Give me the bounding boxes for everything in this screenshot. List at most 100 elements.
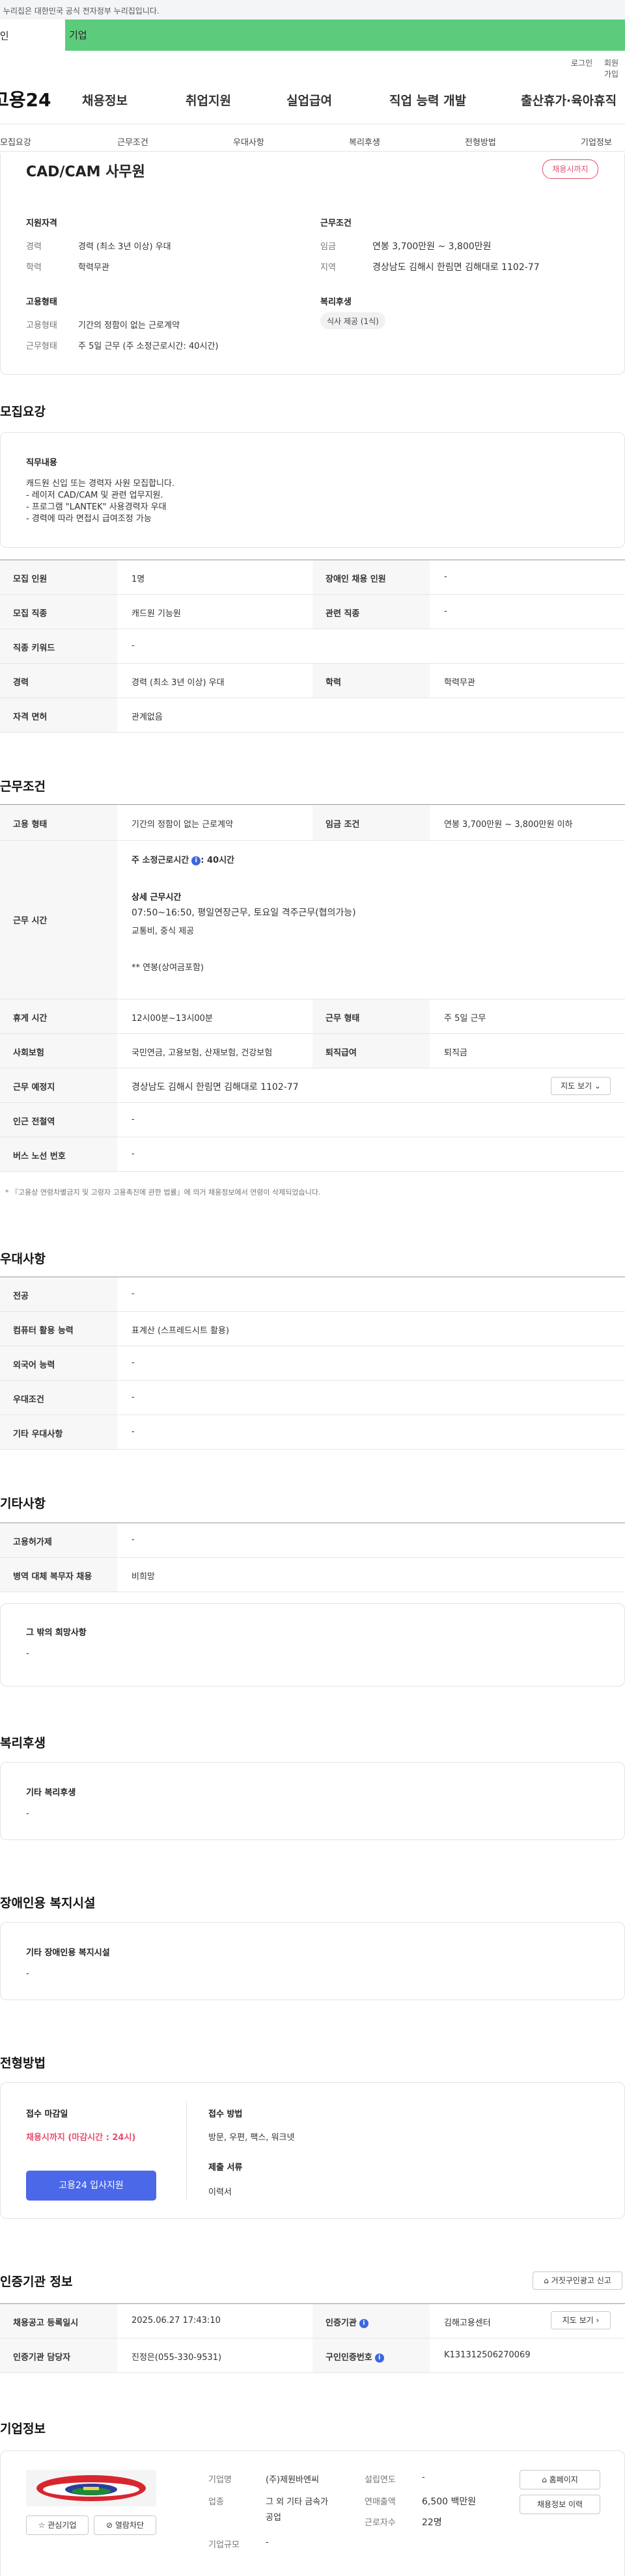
- chevron-down-icon: ⌄: [594, 1081, 601, 1091]
- disabled-title: 장애인용 복지시설: [0, 1893, 95, 1911]
- subnav-recruit[interactable]: 모집요강: [0, 135, 31, 148]
- qual-heading: 지원자격: [26, 219, 57, 228]
- table-header-cell: 구인인증번호 i: [312, 2339, 430, 2372]
- hours-note: ** 연봉(상여금포함): [132, 963, 204, 973]
- worktype-label: 근무형태: [26, 342, 57, 351]
- table-header-cell: 인증기관 i: [312, 2304, 430, 2338]
- welfare-other-value: -: [26, 1809, 29, 1819]
- block-label: 열람차단: [115, 2521, 145, 2530]
- info-icon[interactable]: i: [359, 2318, 368, 2328]
- table-cell: 퇴직금: [444, 1048, 467, 1058]
- join-link[interactable]: 회원가입: [604, 57, 625, 79]
- pref-title: 우대사항: [0, 1249, 46, 1267]
- duty-heading: 직무내용: [26, 458, 57, 468]
- founded-value: -: [422, 2473, 425, 2482]
- table-header-cell: 임금 조건: [312, 805, 430, 840]
- info-icon[interactable]: i: [374, 2353, 384, 2363]
- table-cell: 1명: [132, 575, 145, 584]
- gnb-item-parental-leave[interactable]: 출산휴가·육아휴직: [521, 91, 617, 109]
- table-header-cell: 전공: [0, 1277, 117, 1311]
- welfare-chip: 식사 제공 (1식): [320, 312, 385, 329]
- subnav-divider: [0, 151, 625, 152]
- welfare-heading: 복리후생: [320, 297, 352, 307]
- subnav-selection[interactable]: 전형방법: [465, 135, 496, 148]
- table-cell: 경력 (최소 3년 이상) 우대: [132, 678, 225, 688]
- subnav-work[interactable]: 근무조건: [117, 135, 148, 148]
- table-cell: 비희망: [132, 1572, 155, 1582]
- recruit-title-text: 모집요강: [0, 405, 46, 419]
- gnb-item-unemployment[interactable]: 실업급여: [286, 91, 332, 109]
- home-icon: ⌂: [542, 2475, 547, 2484]
- homepage-button[interactable]: ⌂ 홈페이지: [520, 2470, 600, 2489]
- site-logo[interactable]: 고용24: [0, 86, 51, 112]
- recruit-title: 모집요강: [0, 402, 46, 420]
- gov-banner: 이 누리집은 대한민국 공식 전자정부 누리집입니다.: [0, 0, 625, 20]
- edu-value: 학력무관: [78, 263, 109, 273]
- table-cell: 진정은(055-330-9531): [132, 2353, 222, 2363]
- employees-label: 근로자수: [365, 2518, 396, 2528]
- hope-value: -: [26, 1649, 29, 1659]
- table-header-cell: 근무 형태: [312, 999, 430, 1033]
- etc-title-text: 기타사항: [0, 1497, 46, 1511]
- cond-heading: 근무조건: [320, 219, 352, 228]
- duty-line-2: - 레이저 CAD/CAM 및 관련 업무지원.: [26, 491, 163, 500]
- subnav-pref[interactable]: 우대사항: [233, 135, 264, 148]
- login-link[interactable]: 로그인: [571, 57, 592, 68]
- chevron-right-icon: ›: [596, 2316, 600, 2325]
- subnav-company[interactable]: 기업정보: [581, 135, 612, 148]
- agency-map-label: 지도 보기: [562, 2316, 594, 2325]
- disabled-title-text: 장애인용 복지시설: [0, 1896, 96, 1910]
- table-cell: 연봉 3,700만원 ~ 3,800만원 이하: [444, 820, 573, 830]
- agency-map-button[interactable]: 지도 보기 ›: [551, 2311, 611, 2329]
- hours-detail-2: 교통비, 중식 제공: [132, 927, 195, 936]
- table-header-cell: 우대조건: [0, 1381, 117, 1415]
- etc-title: 기타사항: [0, 1494, 46, 1512]
- welfare-card: [0, 1762, 625, 1840]
- gnb-item-job-support[interactable]: 취업지원: [186, 91, 231, 109]
- hours-main-label: 주 소정근로시간: [132, 856, 189, 865]
- tab-company[interactable]: 기업: [65, 20, 625, 51]
- agency-title: 인증기관 정보: [0, 2272, 73, 2290]
- gnb-item-training[interactable]: 직업 능력 개발: [389, 91, 466, 109]
- work-title: 근무조건: [0, 777, 46, 794]
- table-header-cell: 자격 면허: [0, 698, 117, 732]
- duty-line-1: 캐드원 신입 또는 경력자 사원 모집합니다.: [26, 479, 175, 489]
- hope-card: [0, 1603, 625, 1687]
- hope-heading: 그 밖의 희망사항: [26, 1628, 87, 1638]
- selection-title: 전형방법: [0, 2054, 46, 2071]
- industry-value-2: 공업: [266, 2513, 281, 2523]
- pref-title-text: 우대사항: [0, 1252, 46, 1266]
- docs-label: 제출 서류: [208, 2163, 243, 2173]
- selection-divider: [186, 2102, 187, 2199]
- table-cell: -: [132, 1392, 135, 1402]
- welfare-title-text: 복리후생: [0, 1736, 46, 1750]
- docs-value: 이력서: [208, 2188, 232, 2197]
- apply-button[interactable]: 고용24 입사지원: [26, 2171, 156, 2201]
- report-fake-ad-button[interactable]: ⌂ 거짓구인광고 신고: [533, 2271, 622, 2290]
- home-alert-icon: ⌂: [544, 2276, 549, 2285]
- table-header-cell: 외국어 능력: [0, 1346, 117, 1380]
- company-logo: [26, 2470, 156, 2506]
- info-icon[interactable]: i: [191, 856, 201, 865]
- favorite-company-button[interactable]: ☆ 관심기업: [26, 2515, 89, 2535]
- tab-individual[interactable]: 개인: [0, 20, 65, 51]
- table-cell: 경상남도 김해시 한림면 김해대로 1102-77: [132, 1082, 299, 1092]
- star-icon: ☆: [38, 2521, 46, 2530]
- table-header-cell: 버스 노선 번호: [0, 1137, 117, 1171]
- block-view-button[interactable]: ⊘ 열람차단: [94, 2515, 156, 2535]
- table-cell: -: [132, 1115, 135, 1124]
- gnb-item-recruit[interactable]: 채용정보: [82, 91, 128, 109]
- emptype-value: 기간의 정함이 없는 근로계약: [78, 321, 180, 331]
- table-cell: K131312506270069: [444, 2350, 531, 2360]
- map-view-label: 지도 보기: [561, 1081, 592, 1091]
- map-view-button[interactable]: 지도 보기 ⌄: [551, 1077, 611, 1095]
- size-value: -: [266, 2538, 269, 2547]
- hours-main: 주 소정근로시간 i: 40시간: [132, 853, 234, 865]
- subnav-welfare[interactable]: 복리후생: [349, 135, 380, 148]
- table-cell: 학력무관: [444, 678, 475, 688]
- recruit-history-button[interactable]: 채용정보 이력: [520, 2495, 600, 2514]
- table-cell: -: [132, 641, 135, 651]
- company-title-text: 기업정보: [0, 2422, 46, 2436]
- tab-individual-label: 개인: [0, 30, 9, 42]
- duty-line-4: - 경력에 따라 면접시 급여조정 가능: [26, 514, 152, 524]
